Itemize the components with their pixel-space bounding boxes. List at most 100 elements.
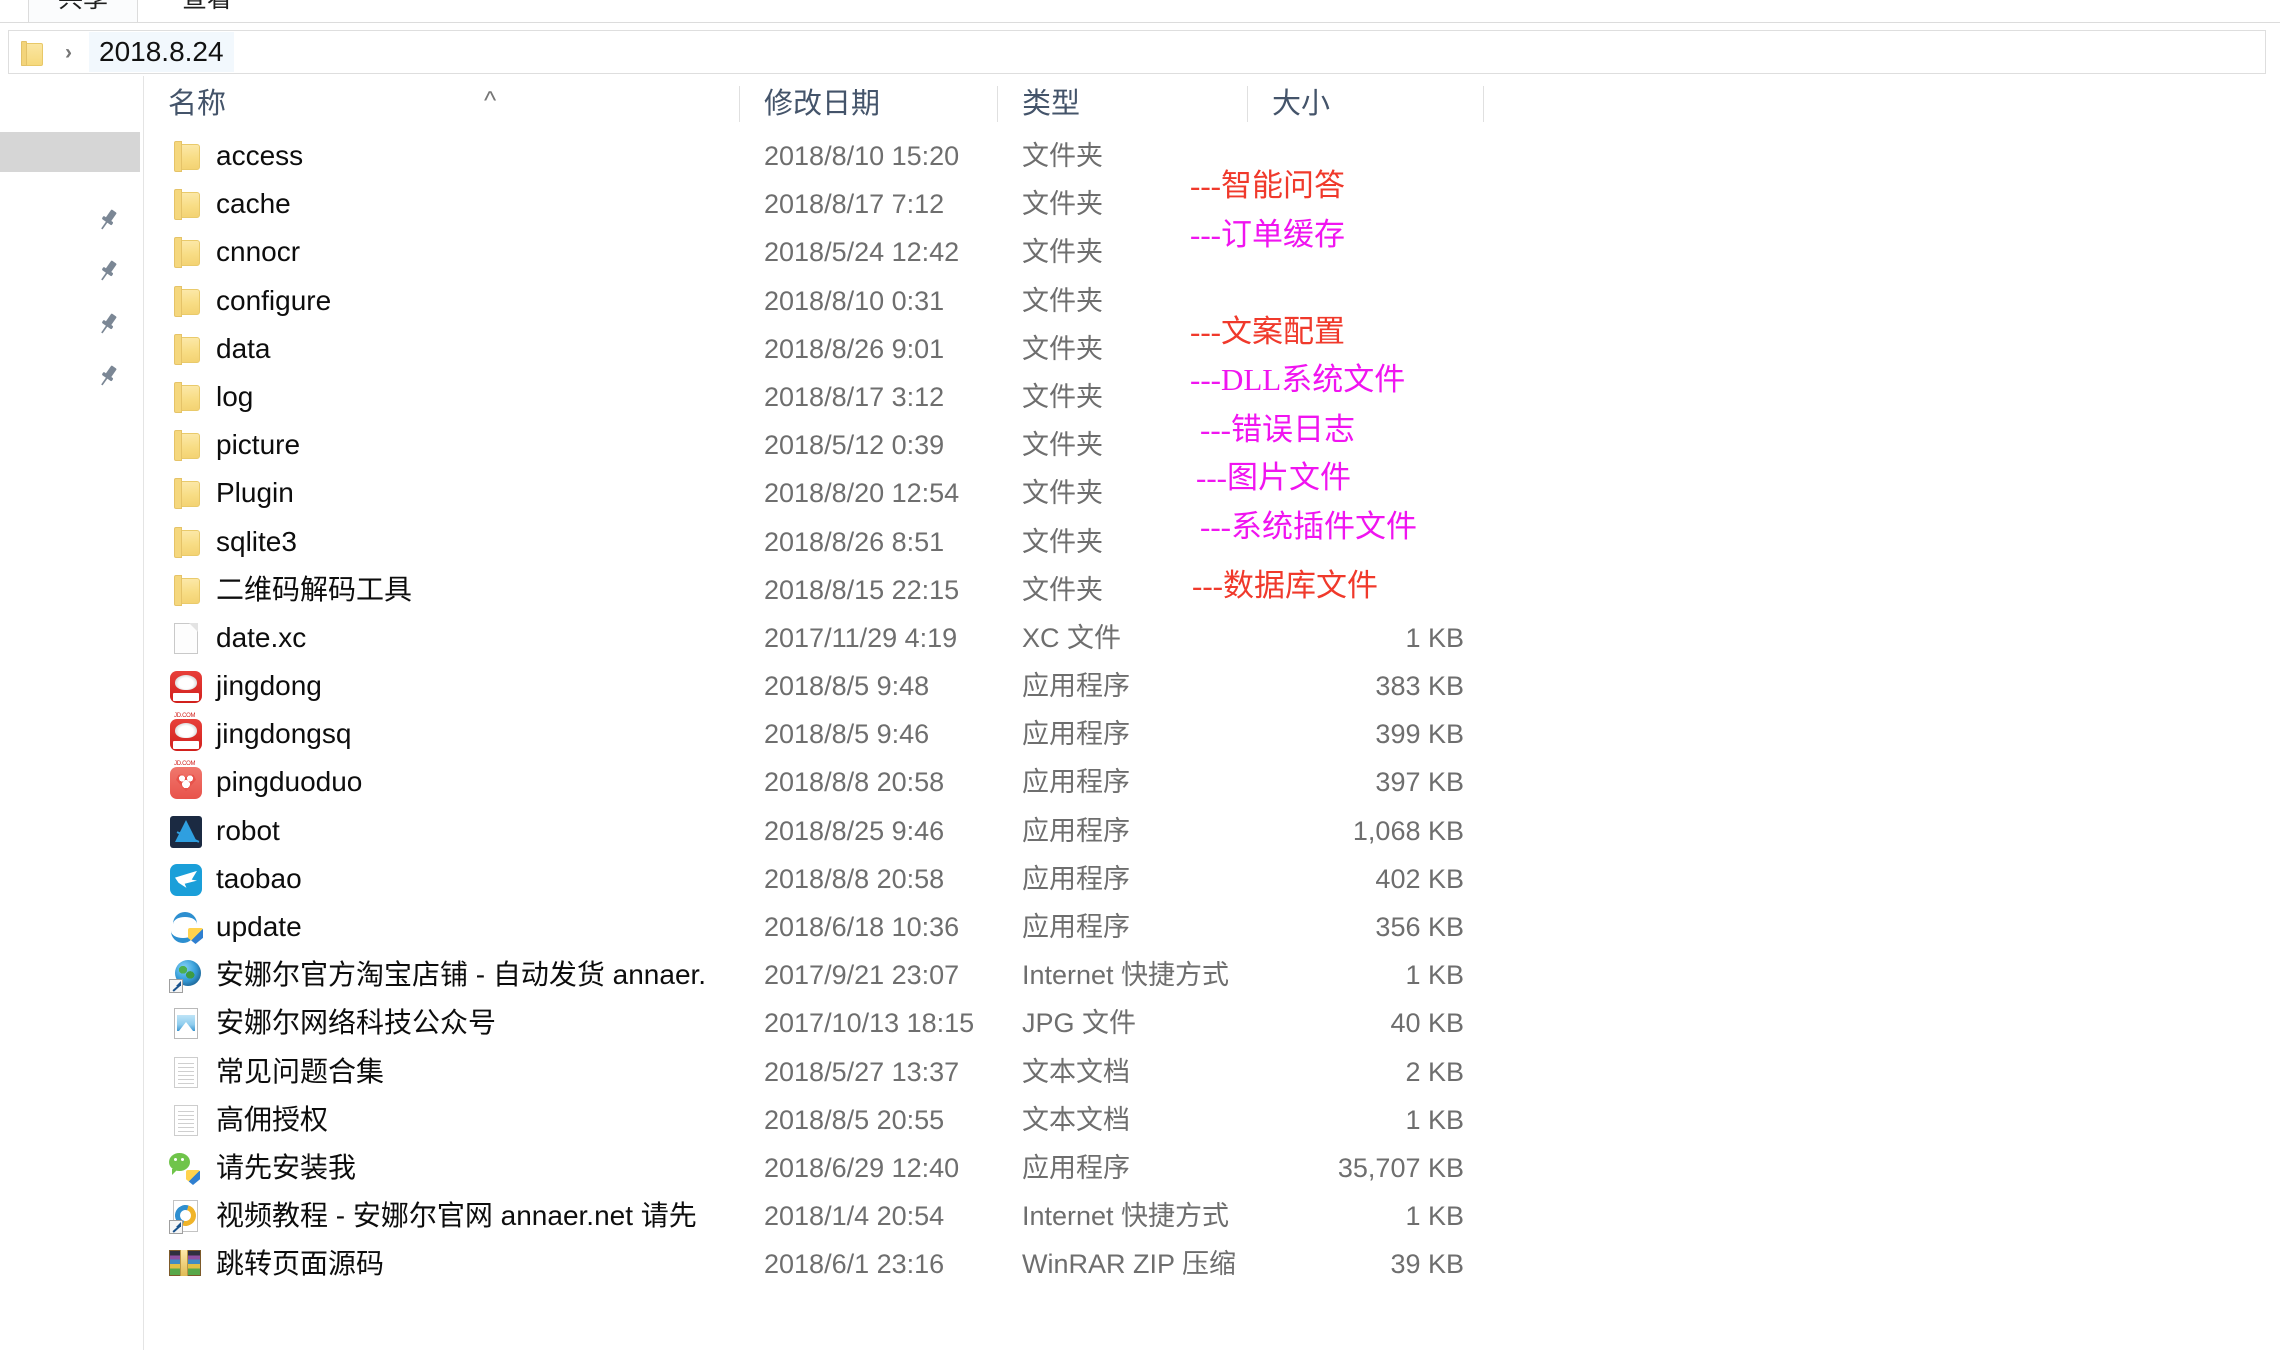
file-name-label: Plugin <box>216 477 294 509</box>
table-row[interactable]: pingduoduo 2018/8/8 20:58 应用程序 397 KB <box>144 758 1484 806</box>
cell-type: 应用程序 <box>1022 719 1130 750</box>
cell-name[interactable]: 常见问题合集 <box>168 1048 384 1096</box>
cell-name[interactable]: jingdong <box>168 662 322 740</box>
cell-name[interactable]: log <box>168 373 253 421</box>
cell-date-modified: 2018/8/8 20:58 <box>764 863 945 894</box>
cell-name[interactable]: robot <box>168 807 280 855</box>
column-header-size-label: 大小 <box>1272 88 1331 120</box>
folder-icon <box>170 188 202 221</box>
table-row[interactable]: 安娜尔网络科技公众号 2017/10/13 18:15 JPG 文件 40 KB <box>144 999 1484 1047</box>
column-header-date-modified[interactable]: 修改日期 <box>740 76 998 132</box>
cell-type: 文件夹 <box>1022 574 1103 605</box>
column-divider[interactable] <box>1483 86 1484 122</box>
file-icon-slot <box>168 380 212 414</box>
pin-icon[interactable] <box>95 258 121 284</box>
file-icon-slot <box>168 332 212 366</box>
cell-name[interactable]: date.xc <box>168 614 306 662</box>
cell-size: 40 KB <box>1390 1008 1464 1039</box>
column-header-name[interactable]: 名称 ^ <box>168 76 740 132</box>
cell-name[interactable]: 请先安装我 <box>168 1144 356 1192</box>
file-list-rows[interactable]: access 2018/8/10 15:20 文件夹 cache 2018/8/17 7… <box>144 132 1484 1289</box>
folder-icon <box>170 333 202 365</box>
cell-name[interactable]: cnnocr <box>168 228 300 276</box>
wechat-installer-icon <box>169 1152 203 1185</box>
tab-share[interactable]: 共享 <box>28 0 138 22</box>
cell-name[interactable]: update <box>168 903 302 951</box>
cell-name[interactable]: 二维码解码工具 <box>168 566 412 614</box>
file-name-label: jingdongsq <box>216 718 352 750</box>
address-bar[interactable]: › 2018.8.24 <box>8 30 2266 74</box>
cell-name[interactable]: 安娜尔官方淘宝店铺 - 自动发货 annaer. <box>168 951 706 999</box>
cell-type: JPG 文件 <box>1022 1008 1137 1039</box>
cell-date-modified: 2018/8/17 3:12 <box>764 381 945 412</box>
cell-name[interactable]: 安娜尔网络科技公众号 <box>168 999 496 1047</box>
file-icon-slot <box>168 1103 212 1137</box>
cell-name[interactable]: picture <box>168 421 300 469</box>
table-row[interactable]: 视频教程 - 安娜尔官网 annaer.net 请先 2018/1/4 20:54… <box>144 1192 1484 1240</box>
cell-date-modified: 2018/6/1 23:16 <box>764 1249 945 1280</box>
cell-name[interactable]: access <box>168 132 303 180</box>
annotation-label: ---图片文件 <box>1196 460 1351 495</box>
file-icon-slot <box>168 476 212 510</box>
cell-type: 文件夹 <box>1022 189 1103 220</box>
table-row[interactable]: 安娜尔官方淘宝店铺 - 自动发货 annaer. 2017/9/21 23:07 I… <box>144 951 1484 999</box>
navigation-pane[interactable]: 件夹D:)E:) <box>0 76 144 1350</box>
table-row[interactable]: 常见问题合集 2018/5/27 13:37 文本文档 2 KB <box>144 1048 1484 1096</box>
table-row[interactable]: date.xc 2017/11/29 4:19 XC 文件 1 KB <box>144 614 1484 662</box>
file-icon-slot <box>168 717 212 788</box>
cell-name[interactable]: 视频教程 - 安娜尔官网 annaer.net 请先 <box>168 1192 697 1240</box>
file-icon-slot <box>168 187 212 221</box>
cell-name[interactable]: taobao <box>168 855 302 903</box>
cell-type: 文件夹 <box>1022 381 1103 412</box>
folder-icon <box>170 285 202 317</box>
pin-icon[interactable] <box>95 311 121 337</box>
cell-name[interactable]: cache <box>168 180 291 228</box>
cell-name[interactable]: sqlite3 <box>168 518 297 566</box>
cell-name[interactable]: configure <box>168 277 331 325</box>
table-row[interactable]: taobao 2018/8/8 20:58 应用程序 402 KB <box>144 855 1484 903</box>
cell-date-modified: 2017/11/29 4:19 <box>764 622 958 653</box>
winrar-archive-icon <box>169 1250 203 1280</box>
table-row[interactable]: 高佣授权 2018/8/5 20:55 文本文档 1 KB <box>144 1096 1484 1144</box>
cell-name[interactable]: jingdongsq <box>168 710 352 788</box>
file-list-pane[interactable]: 名称 ^ 修改日期 类型 大小 access 2018/8/10 15:20 文件夹… <box>144 76 2280 1350</box>
file-name-label: cnnocr <box>216 236 301 268</box>
cell-size: 399 KB <box>1375 719 1464 750</box>
chevron-right-icon[interactable]: › <box>65 41 72 65</box>
cell-date-modified: 2018/8/5 9:48 <box>764 671 930 702</box>
cell-name[interactable]: pingduoduo <box>168 758 362 806</box>
file-name-label: pingduoduo <box>216 766 363 798</box>
pin-icon[interactable] <box>95 207 121 233</box>
column-header-size[interactable]: 大小 <box>1248 76 1484 132</box>
table-row[interactable]: 跳转页面源码 2018/6/1 23:16 WinRAR ZIP 压缩 39 KB <box>144 1240 1484 1288</box>
table-row[interactable]: 请先安装我 2018/6/29 12:40 应用程序 35,707 KB <box>144 1144 1484 1192</box>
nav-selected-item[interactable] <box>0 132 140 172</box>
table-row[interactable]: update 2018/6/18 10:36 应用程序 356 KB <box>144 903 1484 951</box>
cell-date-modified: 2017/9/21 23:07 <box>764 960 960 991</box>
table-row[interactable]: jingdongsq 2018/8/5 9:46 应用程序 399 KB <box>144 710 1484 788</box>
cell-date-modified: 2018/8/26 8:51 <box>764 526 945 557</box>
jingdong-app-icon <box>170 671 202 740</box>
file-name-label: 常见问题合集 <box>216 1055 385 1087</box>
file-icon-slot <box>168 1247 212 1281</box>
cell-name[interactable]: Plugin <box>168 469 294 517</box>
tab-view[interactable]: 查看 <box>152 0 262 22</box>
cell-type: 文件夹 <box>1022 430 1103 461</box>
cell-type: 应用程序 <box>1022 767 1130 798</box>
folder-icon <box>170 140 202 172</box>
table-row[interactable]: jingdong 2018/8/5 9:48 应用程序 383 KB <box>144 662 1484 740</box>
pin-icon[interactable] <box>95 363 121 389</box>
cell-size: 1,068 KB <box>1352 815 1464 846</box>
cell-name[interactable]: data <box>168 325 271 373</box>
cell-name[interactable]: 高佣授权 <box>168 1096 328 1144</box>
column-header-name-label: 名称 <box>168 88 227 120</box>
internet-explorer-shortcut-icon <box>169 1200 201 1235</box>
breadcrumb-segment[interactable]: 2018.8.24 <box>89 32 234 72</box>
table-row[interactable]: robot 2018/8/25 9:46 应用程序 1,068 KB <box>144 807 1484 855</box>
file-name-label: 安娜尔官方淘宝店铺 - 自动发货 annaer. <box>216 959 707 991</box>
cell-type: 应用程序 <box>1022 671 1130 702</box>
cell-size: 397 KB <box>1375 767 1464 798</box>
cell-name[interactable]: 跳转页面源码 <box>168 1240 384 1288</box>
cell-type: 文件夹 <box>1022 237 1103 268</box>
column-header-type[interactable]: 类型 <box>998 76 1248 132</box>
